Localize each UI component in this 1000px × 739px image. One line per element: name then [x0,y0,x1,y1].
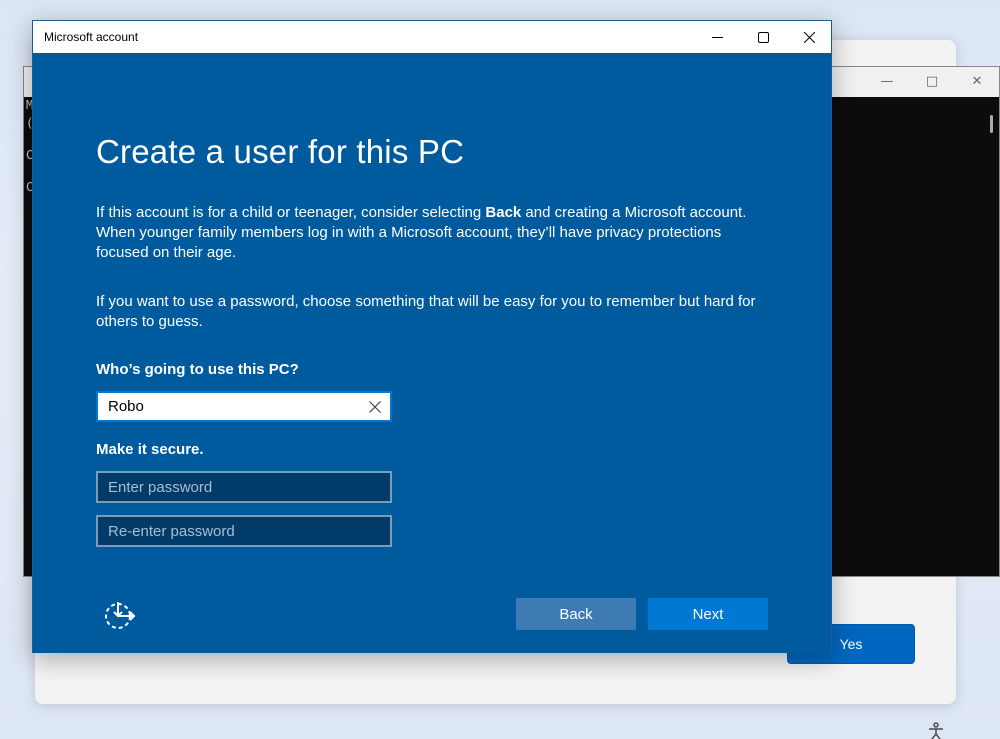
console-minimize-icon[interactable]: — [872,73,902,91]
notice-text-start: If this account is for a child or teenag… [96,204,486,221]
console-maximize-icon[interactable]: □ [917,73,947,91]
close-button[interactable] [786,21,832,53]
notice-text-bold: Back [485,204,522,221]
child-account-notice: If this account is for a child or teenag… [96,203,776,263]
maximize-button[interactable] [740,21,786,53]
reenter-password-input[interactable] [96,515,392,547]
secure-label: Make it secure. [96,441,204,458]
window-titlebar: Microsoft account [33,21,831,53]
next-button[interactable]: Next [648,598,768,630]
accessibility-icon[interactable] [927,722,945,739]
username-field[interactable] [96,391,392,422]
dialog-content: Create a user for this PC If this accoun… [33,53,831,653]
clear-button[interactable] [366,398,384,416]
ease-of-access-icon[interactable] [103,598,137,632]
who-label: Who’s going to use this PC? [96,361,299,378]
password-advice: If you want to use a password, choose so… [96,293,756,330]
microsoft-account-window: Microsoft account Create a user for this… [32,20,832,653]
clear-icon [369,401,381,413]
close-icon [803,31,815,43]
back-button[interactable]: Back [516,598,636,630]
console-scrollbar[interactable] [990,115,993,133]
minimize-icon [711,36,723,38]
minimize-button[interactable] [694,21,740,53]
page-title: Create a user for this PC [96,133,465,170]
password-input[interactable] [96,471,392,503]
username-input[interactable] [98,393,360,420]
window-title: Microsoft account [44,30,139,44]
maximize-icon [757,31,769,43]
console-close-icon[interactable]: ✕ [962,73,992,91]
